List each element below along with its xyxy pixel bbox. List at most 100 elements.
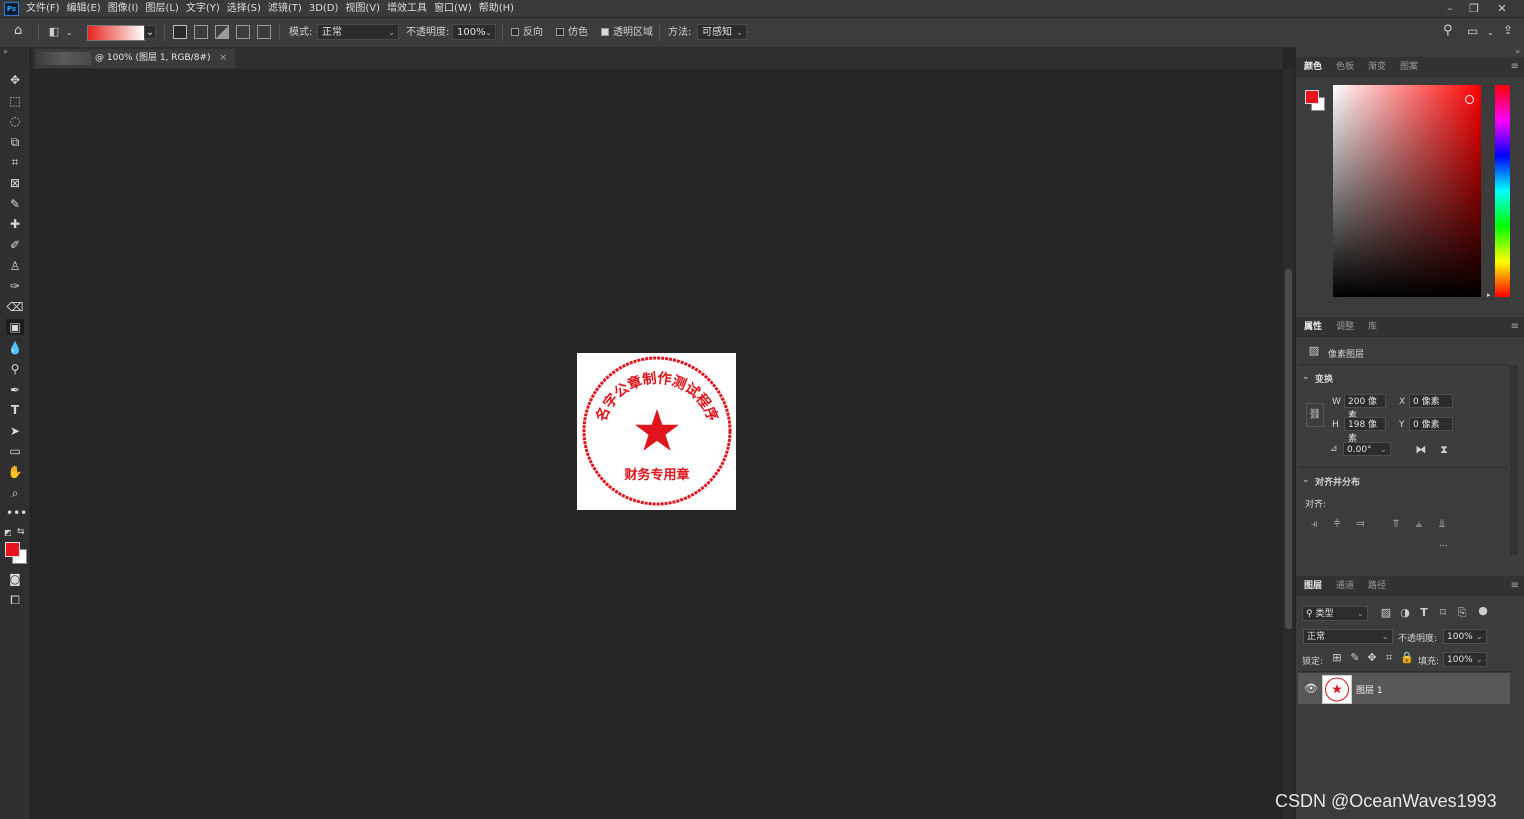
angle-field[interactable]: 0.00° ⌄ [1343, 442, 1391, 456]
lock-all-icon[interactable]: 🔒 [1400, 651, 1414, 665]
foreground-color-swatch[interactable] [5, 542, 20, 557]
brush-tool-icon[interactable]: ✐ [6, 237, 24, 253]
flip-horizontal-icon[interactable]: ⧓ [1414, 443, 1428, 457]
lock-position-icon[interactable]: ✥ [1365, 651, 1379, 665]
align-right-icon[interactable]: ⫤ [1353, 517, 1367, 531]
tab-patterns[interactable]: 图案 [1400, 57, 1418, 77]
menu-help[interactable]: 帮助(H) [479, 0, 514, 17]
rectangle-tool-icon[interactable]: ▭ [6, 443, 24, 459]
angle-gradient-button[interactable] [215, 25, 229, 39]
lock-transparent-icon[interactable]: ⊞ [1330, 651, 1344, 665]
default-colors-icon[interactable]: ◩ [4, 528, 12, 537]
tab-libraries[interactable]: 库 [1368, 317, 1377, 337]
reflected-gradient-button[interactable] [236, 25, 250, 39]
move-tool-icon[interactable]: ✥ [6, 72, 24, 88]
align-bottom-icon[interactable]: ⫫ [1435, 517, 1449, 531]
menu-edit[interactable]: 编辑(E) [67, 0, 101, 17]
flip-vertical-icon[interactable]: ⧗ [1437, 443, 1451, 457]
diamond-gradient-button[interactable] [257, 25, 271, 39]
type-tool-icon[interactable]: T [6, 402, 24, 418]
scrollbar-thumb[interactable] [1285, 269, 1292, 629]
zoom-tool-icon[interactable]: ⌕ [6, 485, 24, 501]
layer-name[interactable]: 图层 1 [1356, 683, 1383, 696]
align-top-icon[interactable]: ⫪ [1389, 517, 1403, 531]
collapse-icon[interactable]: » [3, 47, 8, 56]
frame-tool-icon[interactable]: ⊠ [6, 175, 24, 191]
gradient-dropdown-button[interactable]: ⌄ [144, 25, 156, 39]
method-select[interactable]: 可感知 ⌄ [697, 24, 747, 40]
collapse-icon[interactable]: » [1515, 47, 1520, 56]
screen-mode-icon[interactable]: ⧠ [6, 592, 24, 608]
filter-smart-object-icon[interactable]: ⎘ [1455, 606, 1469, 620]
close-icon[interactable]: ✕ [1492, 0, 1512, 17]
menu-filter[interactable]: 滤镜(T) [268, 0, 302, 17]
minimize-icon[interactable]: – [1440, 0, 1460, 17]
marquee-tool-icon[interactable]: ⬚ [6, 93, 24, 109]
document-canvas[interactable]: 名字公章制作测试程序 财务专用章 [577, 353, 736, 510]
chevron-down-icon[interactable]: ⌄ [1302, 372, 1310, 382]
panel-menu-icon[interactable]: ≡ [1511, 317, 1519, 337]
tab-adjustments[interactable]: 调整 [1336, 317, 1354, 337]
link-icon[interactable]: ⛓ [1306, 403, 1324, 427]
visibility-eye-icon[interactable]: 👁 [1304, 682, 1318, 695]
menu-image[interactable]: 图像(I) [108, 0, 139, 17]
blend-mode-select[interactable]: 正常 ⌄ [1303, 629, 1393, 644]
filter-type-icon[interactable]: T [1417, 606, 1431, 620]
workspace-icon[interactable]: ▭ [1467, 24, 1478, 39]
layer-row[interactable]: 👁 图层 1 [1298, 673, 1510, 704]
eraser-tool-icon[interactable]: ⌫ [6, 299, 24, 315]
panel-menu-icon[interactable]: ≡ [1511, 576, 1519, 596]
tab-close-icon[interactable]: × [219, 53, 227, 63]
history-brush-tool-icon[interactable]: ✑ [6, 278, 24, 294]
height-field[interactable]: 198 像素 [1344, 417, 1386, 444]
dodge-tool-icon[interactable]: ⚲ [6, 361, 24, 377]
linear-gradient-button[interactable] [173, 25, 187, 39]
tab-properties[interactable]: 属性 [1304, 317, 1322, 337]
pen-tool-icon[interactable]: ✒ [6, 382, 24, 398]
y-field[interactable]: 0 像素 [1409, 417, 1453, 431]
chevron-down-icon[interactable]: ⌄ [1487, 25, 1494, 40]
hue-slider-handle[interactable]: ▸ [1487, 291, 1491, 299]
lasso-tool-icon[interactable]: ◌ [6, 113, 24, 129]
blur-tool-icon[interactable]: 💧 [6, 340, 24, 356]
path-select-tool-icon[interactable]: ➤ [6, 423, 24, 439]
menu-file[interactable]: 文件(F) [26, 0, 60, 17]
quick-mask-icon[interactable]: ◙ [6, 571, 24, 587]
menu-plugins[interactable]: 增效工具 [387, 0, 427, 17]
foreground-color-swatch[interactable] [1305, 90, 1319, 104]
document-tab[interactable]: @ 100% (图层 1, RGB/8#) × [35, 49, 235, 68]
tab-color[interactable]: 颜色 [1304, 57, 1322, 77]
home-icon[interactable]: ⌂ [14, 23, 22, 38]
filter-pixel-icon[interactable]: ▨ [1379, 606, 1393, 620]
menu-layer[interactable]: 图层(L) [145, 0, 178, 17]
menu-type[interactable]: 文字(Y) [186, 0, 220, 17]
lock-image-icon[interactable]: ✎ [1348, 651, 1362, 665]
properties-scrollbar[interactable] [1510, 365, 1518, 555]
tab-channels[interactable]: 通道 [1336, 576, 1354, 596]
width-field[interactable]: 200 像素 [1344, 394, 1386, 421]
filter-adjustment-icon[interactable]: ◑ [1398, 606, 1412, 620]
lock-artboard-icon[interactable]: ⌗ [1382, 651, 1396, 665]
vertical-scrollbar[interactable] [1283, 69, 1294, 819]
tab-paths[interactable]: 路径 [1368, 576, 1386, 596]
x-field[interactable]: 0 像素 [1409, 394, 1453, 408]
menu-3d[interactable]: 3D(D) [309, 0, 339, 17]
color-field[interactable] [1333, 85, 1481, 297]
more-tools-icon[interactable]: ••• [6, 505, 27, 521]
dither-checkbox[interactable] [556, 28, 564, 36]
layer-opacity-field[interactable]: 100% ⌄ [1443, 629, 1487, 644]
hand-tool-icon[interactable]: ✋ [6, 464, 24, 480]
crop-tool-icon[interactable]: ⌗ [6, 154, 24, 170]
gradient-tool-preset-icon[interactable]: ◧ [47, 25, 61, 39]
menu-select[interactable]: 选择(S) [227, 0, 261, 17]
align-horizontal-center-icon[interactable]: ⫩ [1330, 517, 1344, 531]
more-options-icon[interactable]: ... [1439, 539, 1448, 549]
healing-brush-tool-icon[interactable]: ✚ [6, 216, 24, 232]
clone-stamp-tool-icon[interactable]: ♙ [6, 258, 24, 274]
opacity-input[interactable]: 100% ⌄ [452, 24, 496, 40]
filter-shape-icon[interactable]: ⌑ [1436, 606, 1450, 620]
align-vertical-center-icon[interactable]: ⫨ [1412, 517, 1426, 531]
chevron-down-icon[interactable]: ⌄ [1302, 475, 1310, 485]
eyedropper-tool-icon[interactable]: ✎ [6, 196, 24, 212]
reverse-checkbox[interactable] [511, 28, 519, 36]
